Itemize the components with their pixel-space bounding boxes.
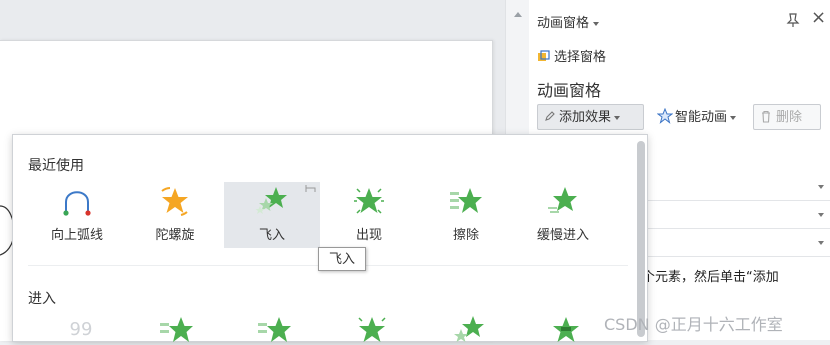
- smart-animation-label: 智能动画: [675, 110, 728, 125]
- select-pane-label: 选择窗格: [554, 50, 607, 65]
- select-pane-button[interactable]: 选择窗格: [537, 46, 606, 65]
- smart-star-icon: [656, 107, 674, 124]
- effect-item-fly-in[interactable]: 飞入: [224, 182, 320, 248]
- chevron-down-icon: [818, 213, 824, 217]
- slow-in-star-icon: [548, 187, 577, 213]
- select-pane-icon: [538, 50, 550, 61]
- effect-label: 飞入: [258, 228, 285, 243]
- pin-icon[interactable]: [785, 12, 801, 28]
- pane-title-dropdown[interactable]: 动画窗格: [537, 12, 600, 31]
- close-icon[interactable]: ×: [811, 9, 826, 27]
- effect-label: 出现: [355, 228, 382, 243]
- spin-star-icon: [161, 187, 188, 216]
- delete-label: 删除: [776, 110, 803, 125]
- wipe-star-icon: [450, 188, 482, 213]
- pane-title-label: 动画窗格: [537, 16, 590, 31]
- effect-box-star-icon[interactable]: [546, 315, 586, 345]
- effect-item-appear[interactable]: 出现: [321, 182, 417, 248]
- svg-text:99: 99: [70, 319, 93, 340]
- gallery-scrollbar[interactable]: [637, 141, 645, 337]
- effect-item-arc-up[interactable]: 向上弧线: [29, 182, 125, 248]
- effect-wipe-star-icon[interactable]: [157, 315, 197, 345]
- chevron-down-icon: [730, 115, 737, 120]
- fly-in-star-icon: [255, 187, 287, 214]
- appear-star-icon: [354, 188, 384, 214]
- pane-hint-text: 某个元素，然后单击“添加 画。: [629, 270, 779, 304]
- effect-label: 擦除: [452, 228, 479, 243]
- effect-label: 陀螺旋: [155, 228, 195, 243]
- effect-fly-star-icon[interactable]: [449, 315, 489, 345]
- chevron-down-icon: [614, 115, 621, 120]
- effect-item-spin[interactable]: 陀螺旋: [127, 182, 223, 248]
- effect-appear-star-icon[interactable]: [352, 315, 392, 345]
- effect-split-star-icon[interactable]: [255, 315, 295, 345]
- chevron-down-icon: [818, 185, 824, 189]
- effect-label: 向上弧线: [50, 228, 103, 243]
- add-effect-label: 添加效果: [559, 110, 612, 125]
- pane-header: 动画窗格 ×: [529, 0, 830, 40]
- add-effect-button[interactable]: 添加效果: [537, 104, 644, 130]
- chevron-down-icon: [818, 241, 824, 245]
- pane-section-title: 动画窗格: [537, 81, 602, 100]
- effect-item-wipe[interactable]: 擦除: [418, 182, 514, 248]
- chevron-down-icon: [593, 21, 600, 26]
- smart-animation-button[interactable]: 智能动画: [650, 104, 747, 130]
- pin-icon[interactable]: [304, 184, 318, 196]
- effect-item-slow-in[interactable]: 缓慢进入: [515, 182, 611, 248]
- tooltip: 飞入: [318, 247, 366, 271]
- recent-section-title: 最近使用: [28, 158, 84, 174]
- arc-up-icon: [63, 191, 91, 216]
- watermark: CSDN @正月十六工作室: [604, 315, 783, 334]
- effect-label: 缓慢进入: [536, 228, 589, 243]
- effect-gallery: 最近使用 向上弧线 陀螺旋 飞入 出现 擦除 缓慢进入 进入 99: [12, 134, 648, 342]
- pencil-icon: [545, 111, 555, 121]
- enter-section-title: 进入: [28, 291, 56, 307]
- scroll-up-arrow-icon[interactable]: [514, 12, 522, 17]
- effect-number-icon[interactable]: 99: [61, 315, 101, 345]
- delete-button[interactable]: 删除: [753, 104, 821, 130]
- trash-icon: [762, 110, 770, 123]
